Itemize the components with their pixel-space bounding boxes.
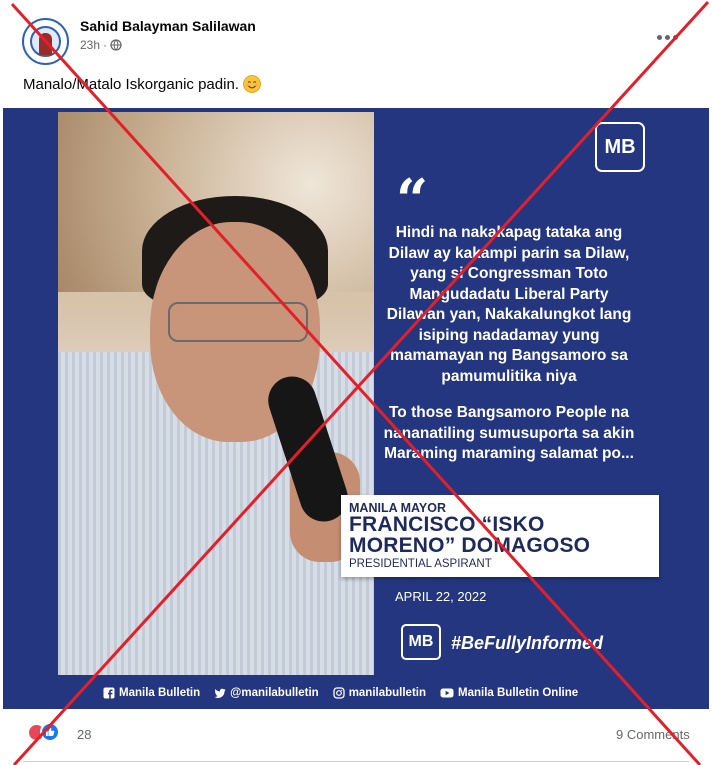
instagram-icon <box>333 687 345 699</box>
dot-icon <box>665 34 670 40</box>
mb-logo-small: MB <box>401 624 441 660</box>
social-label: manilabulletin <box>348 687 427 699</box>
dot-icon <box>673 34 678 40</box>
social-label: @manilabulletin <box>230 687 319 699</box>
quote-paragraph-2: To those Bangsamoro People na nananatili… <box>383 404 635 462</box>
social-instagram: manilabulletin <box>333 687 426 699</box>
speaker-name-line2: MORENO” DOMAGOSO <box>349 534 591 557</box>
social-handles: Manila Bulletin @manilabulletin manilabu… <box>103 684 592 702</box>
post-meta: 23h · <box>80 38 122 52</box>
caption-text: Manalo/Matalo Iskorganic padin. <box>23 75 239 93</box>
post-header: Sahid Balayman Salilawan 23h · <box>0 0 712 66</box>
quote-paragraph-1: Hindi na nakakapag tataka ang Dilaw ay k… <box>386 224 632 385</box>
post-image[interactable]: MB “ Hindi na nakakapag tataka ang Dilaw… <box>3 108 709 709</box>
avatar-figure <box>39 33 52 55</box>
mb-logo: MB <box>595 122 645 172</box>
social-youtube: Manila Bulletin Online <box>440 687 578 699</box>
avatar[interactable] <box>22 18 69 65</box>
author-name[interactable]: Sahid Balayman Salilawan <box>80 18 256 34</box>
poster-date: APRIL 22, 2022 <box>395 589 487 604</box>
social-label: Manila Bulletin <box>119 687 201 699</box>
thumbs-up-icon <box>46 728 55 736</box>
speaker-photo <box>58 112 374 675</box>
facebook-icon <box>103 687 115 699</box>
globe-icon[interactable] <box>110 39 122 51</box>
more-options-button[interactable] <box>657 32 681 42</box>
post-caption: Manalo/Matalo Iskorganic padin. <box>23 75 261 93</box>
reaction-icons[interactable] <box>27 722 60 742</box>
post-time[interactable]: 23h <box>80 38 100 52</box>
post-footer <box>0 710 712 765</box>
dot-icon <box>657 34 662 40</box>
social-label: Manila Bulletin Online <box>458 687 579 699</box>
smiling-face-icon <box>243 75 261 93</box>
youtube-icon <box>440 688 454 698</box>
reaction-count[interactable]: 28 <box>77 727 91 742</box>
social-facebook: Manila Bulletin <box>103 687 200 699</box>
speaker-title: PRESIDENTIAL ASPIRANT <box>349 558 492 570</box>
social-twitter: @manilabulletin <box>214 687 319 699</box>
speaker-name-line1: FRANCISCO “ISKO <box>349 513 545 536</box>
meta-separator: · <box>103 38 108 52</box>
comments-count[interactable]: 9 Comments <box>616 727 690 742</box>
hashtag: #BeFullyInformed <box>451 633 604 653</box>
like-icon <box>40 722 60 742</box>
twitter-icon <box>214 688 226 698</box>
speaker-name-card: MANILA MAYOR FRANCISCO “ISKO MORENO” DOM… <box>341 495 659 577</box>
photo-glasses <box>168 302 308 342</box>
footer-divider <box>23 761 689 762</box>
quote-mark: “ <box>396 167 429 233</box>
